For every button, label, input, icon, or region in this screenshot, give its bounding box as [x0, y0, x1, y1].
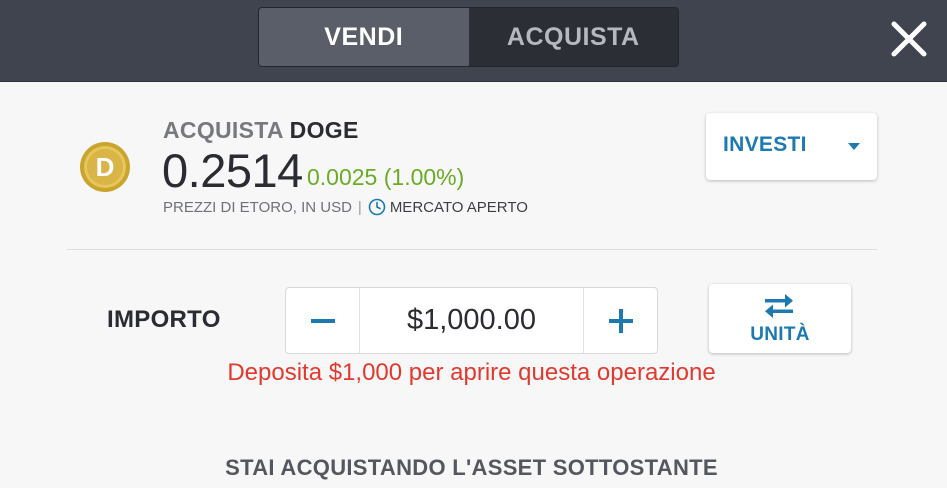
- section-divider: [67, 249, 877, 250]
- chevron-down-icon: [848, 143, 860, 150]
- increase-amount-button[interactable]: [583, 288, 657, 353]
- asset-symbol: DOGE: [289, 117, 359, 143]
- asset-action-title: ACQUISTA DOGE: [163, 117, 359, 144]
- close-button[interactable]: [888, 18, 930, 60]
- amount-label: IMPORTO: [107, 306, 221, 333]
- market-status: MERCATO APERTO: [389, 198, 528, 216]
- buy-tab[interactable]: ACQUISTA: [468, 8, 678, 66]
- decrease-amount-button[interactable]: [286, 288, 360, 353]
- sell-tab[interactable]: VENDI: [259, 8, 469, 66]
- units-toggle-button[interactable]: UNITÀ: [709, 284, 851, 353]
- amount-stepper: [285, 287, 658, 354]
- underlying-asset-note: STAI ACQUISTANDO L'ASSET SOTTOSTANTE: [225, 455, 718, 480]
- action-verb: ACQUISTA: [163, 117, 283, 143]
- top-bar: VENDI ACQUISTA: [0, 0, 947, 82]
- invest-dropdown-label: INVESTI: [723, 133, 807, 156]
- buy-sell-toggle: VENDI ACQUISTA: [258, 7, 679, 67]
- deposit-warning: Deposita $1,000 per aprire questa operaz…: [227, 359, 716, 386]
- plus-icon: [608, 308, 633, 333]
- amount-input[interactable]: [360, 288, 583, 353]
- price-source: PREZZI DI ETORO, IN USD: [163, 198, 352, 216]
- clock-icon: [368, 198, 386, 216]
- svg-text:D: D: [96, 152, 115, 182]
- asset-price: 0.2514: [162, 144, 303, 197]
- price-meta: PREZZI DI ETORO, IN USD | MERCATO APERTO: [163, 198, 528, 216]
- swap-arrows-icon: [765, 294, 793, 318]
- minus-icon: [310, 318, 335, 323]
- units-label: UNITÀ: [750, 324, 810, 345]
- close-icon: [891, 21, 927, 57]
- meta-separator: |: [357, 198, 362, 216]
- invest-dropdown[interactable]: INVESTI: [706, 113, 877, 180]
- dogecoin-logo-icon: D: [79, 141, 131, 193]
- price-change: 0.0025 (1.00%): [307, 164, 465, 190]
